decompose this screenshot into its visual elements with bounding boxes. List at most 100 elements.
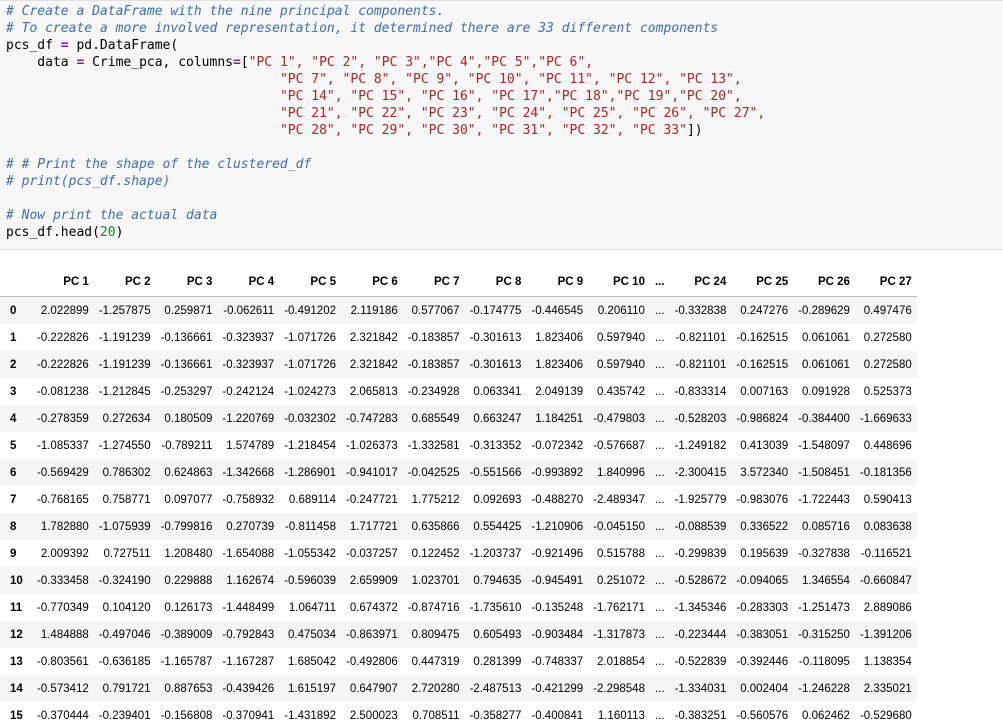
table-cell: 2.659909	[349, 574, 398, 587]
table-cell: -0.116521	[860, 547, 912, 560]
table-cell: 1.685042	[288, 655, 336, 668]
table-cell: -0.323937	[222, 331, 275, 344]
table-cell: -0.528203	[674, 412, 727, 425]
code-comment: # # Print the shape of the clustered_df	[6, 157, 312, 172]
table-cell: -1.191239	[98, 358, 151, 371]
table-cell: -0.747283	[345, 412, 398, 425]
table-cell: 0.092693	[473, 493, 522, 506]
table-cell: -0.313352	[469, 439, 522, 452]
table-cell: 2.049139	[535, 385, 584, 398]
table-row: 0 2.022899 -1.257875 0.259871 -0.062611 -0.49…	[0, 296, 917, 324]
table-cell: -0.162515	[736, 331, 789, 344]
table-cell: 0.062462	[801, 709, 850, 721]
table-cell: -1.669633	[859, 412, 912, 425]
table-cell: -0.358277	[469, 709, 522, 721]
table-cell: -0.986824	[736, 412, 789, 425]
table-cell: -1.071726	[284, 358, 336, 371]
cell-output[interactable]: PC 1 PC 2 PC 3 PC 4 PC 5 PC 6 PC 7 PC 8 PC 9 PC 1…	[0, 268, 1003, 721]
table-cell: -0.072342	[531, 439, 584, 452]
table-cell: -2.487513	[469, 682, 522, 695]
table-cell: -0.323937	[222, 358, 275, 371]
table-row: 8 1.782880 -1.075939 -0.799816 0.270739 -0.81…	[0, 513, 917, 540]
code-editor[interactable]: # Create a DataFrame with the nine princ…	[6, 3, 765, 241]
table-cell: 0.083638	[863, 520, 912, 533]
code-call: pd.DataFrame(	[76, 38, 179, 53]
table-cell: 2.335021	[863, 682, 912, 695]
table-cell: -1.024273	[284, 385, 336, 398]
code-number: 20	[99, 225, 116, 240]
table-cell: -0.327838	[798, 547, 850, 560]
row-index: 1	[10, 331, 17, 344]
table-cell: -0.863971	[345, 628, 398, 641]
code-comment: # Now print the actual data	[6, 208, 218, 223]
table-cell: 2.321842	[349, 331, 398, 344]
table-cell: -0.528672	[674, 574, 727, 587]
table-cell: 0.685549	[411, 412, 460, 425]
column-header: PC 1	[32, 268, 94, 297]
table-cell: -0.811458	[285, 520, 336, 533]
code-string: "PC 28", "PC 29", "PC 30", "PC 31", "PC …	[279, 123, 687, 138]
table-row: 5 -1.085337 -1.274550 -0.789211 1.574789 -1.2…	[0, 432, 917, 459]
table-cell: -0.324190	[98, 574, 151, 587]
code-operator: =	[233, 55, 241, 70]
table-cell: 0.272580	[863, 331, 912, 344]
code-call: pcs_df.head(	[6, 225, 100, 240]
table-cell: -0.488270	[531, 493, 584, 506]
table-cell: -1.251473	[798, 601, 850, 614]
table-cell: 1.717721	[349, 520, 398, 533]
table-cell: -0.081238	[37, 385, 89, 398]
table-cell: -1.218454	[284, 439, 336, 452]
table-cell: -1.274550	[98, 439, 151, 452]
table-cell: -0.299839	[674, 547, 727, 560]
row-index: 7	[10, 493, 17, 506]
table-cell: -0.400841	[531, 709, 584, 721]
code-comment: # Create a DataFrame with the nine princ…	[6, 4, 445, 19]
table-cell: -1.246228	[798, 682, 850, 695]
column-header: PC 26	[793, 268, 855, 297]
table-cell: 0.597940	[597, 358, 645, 371]
table-cell: -0.062611	[223, 304, 275, 317]
table-cell: ...	[654, 655, 665, 668]
table-cell: 1.023701	[411, 574, 460, 587]
table-cell: 0.497476	[863, 304, 912, 317]
table-cell: -0.636185	[98, 655, 151, 668]
table-cell: 0.515788	[597, 547, 645, 560]
code-string: "PC 14", "PC 15", "PC 16", "PC 17","PC 1…	[279, 89, 742, 104]
table-cell: 0.085716	[801, 520, 850, 533]
table-cell: -1.317873	[593, 628, 645, 641]
table-cell: -0.278359	[37, 412, 89, 425]
table-cell: 1.823406	[535, 358, 584, 371]
table-cell: 2.119186	[350, 304, 398, 317]
index-header	[0, 268, 32, 297]
code-cell-input[interactable]: # Create a DataFrame with the nine princ…	[0, 0, 1003, 250]
table-cell: -0.301613	[469, 331, 522, 344]
table-cell: 0.063341	[473, 385, 522, 398]
table-cell: 1.484888	[40, 628, 89, 641]
table-cell: -1.075939	[98, 520, 151, 533]
table-cell: -0.491202	[284, 304, 336, 317]
table-cell: 0.590413	[863, 493, 912, 506]
table-cell: -0.803561	[37, 655, 89, 668]
table-cell: -0.821101	[675, 331, 727, 344]
table-body: 0 2.022899 -1.257875 0.259871 -0.062611 -0.49…	[0, 296, 917, 721]
table-cell: -1.212845	[98, 385, 151, 398]
table-row: 13 -0.803561 -0.636185 -1.165787 -1.167287 1.…	[0, 648, 917, 675]
code-comment: # print(pcs_df.shape)	[6, 174, 171, 189]
row-index: 10	[10, 574, 23, 587]
table-cell: 0.577067	[411, 304, 460, 317]
table-cell: -0.660847	[859, 574, 912, 587]
row-index: 11	[10, 601, 23, 614]
table-cell: 0.786302	[102, 466, 151, 479]
table-cell: -0.370444	[37, 709, 89, 721]
table-cell: 2.500023	[349, 709, 398, 721]
table-cell: -0.332838	[674, 304, 727, 317]
table-cell: -1.257875	[98, 304, 151, 317]
table-cell: -0.768165	[37, 493, 89, 506]
table-cell: 0.475034	[288, 628, 336, 641]
table-cell: 0.007163	[740, 385, 789, 398]
table-cell: -0.903484	[531, 628, 584, 641]
table-cell: -0.037257	[345, 547, 398, 560]
table-cell: -0.792843	[222, 628, 275, 641]
table-cell: 1.184251	[535, 412, 584, 425]
table-cell: 0.605493	[473, 628, 522, 641]
